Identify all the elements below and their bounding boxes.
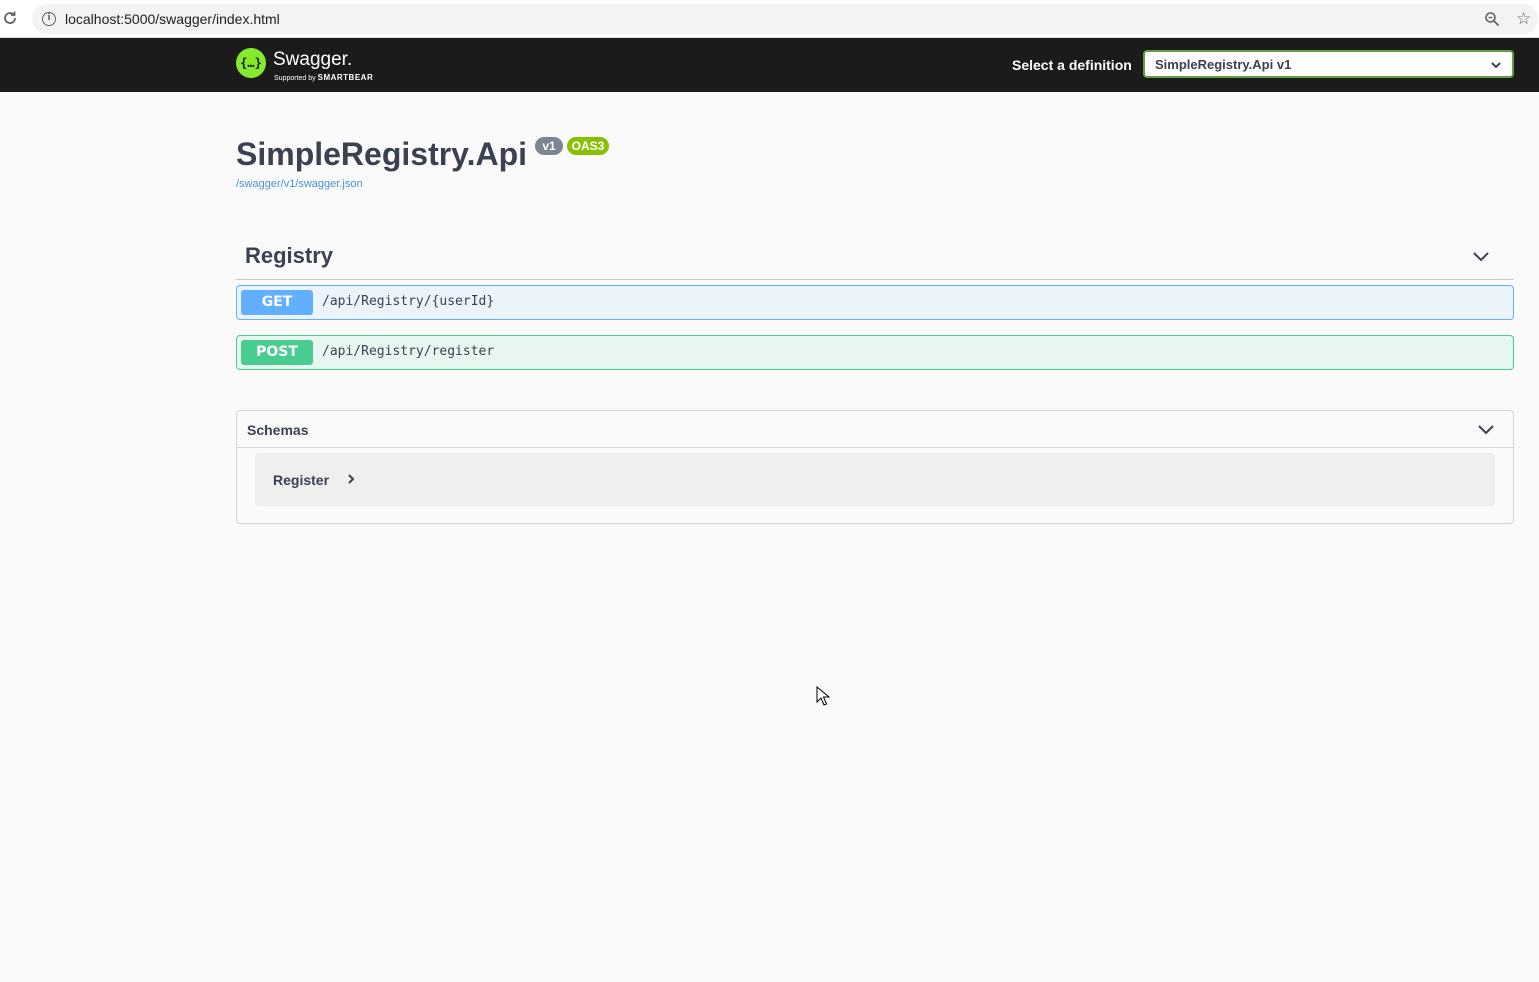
schemas-title: Schemas <box>247 422 309 438</box>
mouse-cursor-icon <box>816 686 830 706</box>
swagger-topbar: {…} Swagger. Supported by SMARTBEAR Sele… <box>0 38 1539 92</box>
schemas-section: Schemas Register <box>236 410 1514 524</box>
operation-post-register[interactable]: POST /api/Registry/register <box>236 335 1514 370</box>
operation-get-user[interactable]: GET /api/Registry/{userId} <box>236 285 1514 320</box>
address-bar[interactable]: i localhost:5000/swagger/index.html ☆ <box>32 4 1538 34</box>
tag-name: Registry <box>245 243 334 268</box>
chevron-right-icon[interactable] <box>345 473 357 485</box>
reload-icon[interactable] <box>2 10 18 26</box>
logo-supported-text: Supported by <box>274 75 316 82</box>
info-icon[interactable]: i <box>42 12 56 26</box>
chevron-down-icon[interactable] <box>1477 421 1495 439</box>
spec-json-link[interactable]: /swagger/v1/swagger.json <box>236 178 363 190</box>
oas-badge: OAS3 <box>567 137 609 155</box>
swagger-logo[interactable]: {…} Swagger. Supported by SMARTBEAR <box>236 47 376 83</box>
operation-path: /api/Registry/register <box>322 344 495 359</box>
method-badge-get: GET <box>241 290 313 315</box>
swagger-logo-title: Swagger. <box>273 49 353 70</box>
logo-brand-text: SMARTBEAR <box>317 73 374 82</box>
swagger-logo-icon: {…} <box>236 48 266 78</box>
version-badge: v1 <box>535 137 563 155</box>
url-text[interactable]: localhost:5000/swagger/index.html <box>65 11 280 27</box>
schemas-header[interactable]: Schemas <box>237 411 1513 448</box>
chevron-down-icon[interactable] <box>1472 248 1490 266</box>
browser-toolbar: i localhost:5000/swagger/index.html ☆ <box>0 0 1539 38</box>
api-title: SimpleRegistry.Api <box>236 136 528 172</box>
star-icon[interactable]: ☆ <box>1516 9 1531 29</box>
swagger-logo-subtitle: Supported by SMARTBEAR <box>274 73 373 82</box>
chevron-down-icon <box>1491 62 1501 69</box>
definition-select-value: SimpleRegistry.Api v1 <box>1155 57 1292 72</box>
zoom-icon[interactable] <box>1484 11 1500 27</box>
model-name: Register <box>273 472 330 488</box>
method-badge-post: POST <box>241 340 313 365</box>
definition-select[interactable]: SimpleRegistry.Api v1 <box>1143 50 1514 78</box>
tag-registry-header[interactable]: Registry <box>236 236 1514 280</box>
definition-label: Select a definition <box>1012 57 1132 73</box>
schema-model-register[interactable]: Register <box>255 453 1495 506</box>
operation-path: /api/Registry/{userId} <box>322 294 495 309</box>
